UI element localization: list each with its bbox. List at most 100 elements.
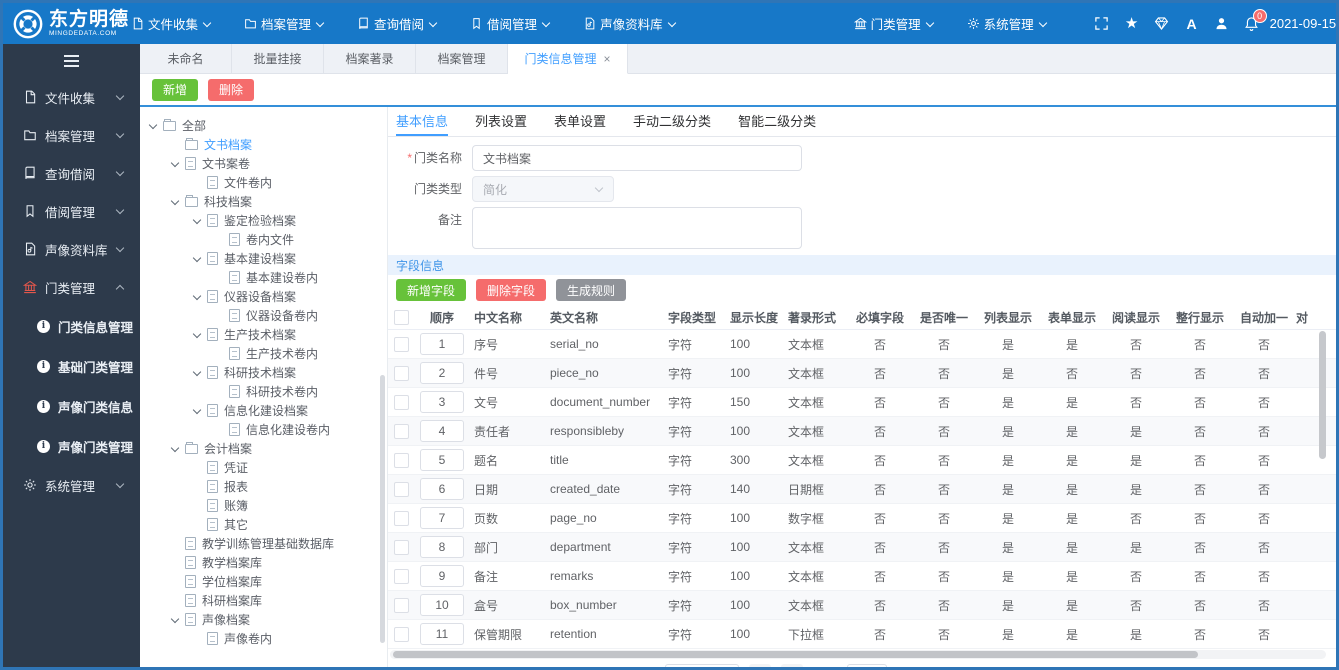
user-icon[interactable] [1214,16,1230,32]
tab-list-settings[interactable]: 列表设置 [475,107,527,136]
tree-item-selected[interactable]: 文书档案 [148,135,387,154]
last-page-link[interactable]: 尾页 [953,667,977,668]
tree-expander[interactable] [192,291,204,303]
remark-textarea[interactable] [472,207,802,249]
tree-item[interactable]: 科研技术卷内 [148,382,387,401]
tree-item[interactable]: 基本建设卷内 [148,268,387,287]
tab-category-info-manage[interactable]: 门类信息管理 × [508,44,628,74]
order-input[interactable]: 3 [420,391,464,413]
order-input[interactable]: 8 [420,536,464,558]
close-icon[interactable]: × [604,52,611,66]
order-input[interactable]: 4 [420,420,464,442]
nav-category-manage[interactable]: 门类管理 [854,14,934,33]
tree-item[interactable]: 科研技术档案 [148,363,387,382]
table-row[interactable]: 9 备注 remarks 字符 100 文本框 否 否 是 是 否 否 否 [388,562,1336,591]
table-row[interactable]: 5 题名 title 字符 300 文本框 否 否 是 是 是 否 否 [388,446,1336,475]
table-horizontal-scrollbar[interactable] [390,650,1326,659]
row-checkbox[interactable] [393,481,409,497]
row-checkbox[interactable] [393,597,409,613]
table-row[interactable]: 6 日期 created_date 字符 140 日期框 否 否 是 是 是 否 否 [388,475,1336,504]
tree-item[interactable]: 鉴定检验档案 [148,211,387,230]
row-checkbox[interactable] [393,336,409,352]
tree-item[interactable]: 生产技术档案 [148,325,387,344]
row-checkbox[interactable] [393,394,409,410]
order-input[interactable]: 10 [420,594,464,616]
table-row[interactable]: 1 序号 serial_no 字符 100 文本框 否 否 是 是 否 否 否 [388,330,1336,359]
order-input[interactable]: 11 [420,623,464,645]
tree-item[interactable]: 文件卷内 [148,173,387,192]
tree-item[interactable]: 声像档案 [148,610,387,629]
tree-item[interactable]: 信息化建设档案 [148,401,387,420]
tree-item[interactable]: 科技档案 [148,192,387,211]
tree-item[interactable]: 全部 [148,116,387,135]
tab-archive-manage[interactable]: 档案管理 [416,44,508,73]
category-name-input[interactable]: 文书档案 [472,145,802,171]
sidebar-item-basic-category-manage[interactable]: 基础门类管理 [3,346,140,386]
sidebar-item-category-manage[interactable]: 门类管理 [3,268,140,306]
tree-item[interactable]: 生产技术卷内 [148,344,387,363]
category-type-select[interactable]: 简化 [472,176,614,202]
nav-file-collect[interactable]: 文件收集 [131,14,211,33]
delete-button[interactable]: 删除 [208,78,255,101]
tree-item[interactable]: 其它 [148,515,387,534]
tree-expander[interactable] [170,443,182,455]
tree-item[interactable]: 学位档案库 [148,572,387,591]
font-size-icon[interactable]: A [1184,16,1200,32]
row-checkbox[interactable] [393,539,409,555]
tab-archive-entry[interactable]: 档案著录 [324,44,416,73]
delete-field-button[interactable]: 删除字段 [476,279,547,301]
hamburger-icon[interactable] [3,44,140,78]
table-row[interactable]: 8 部门 department 字符 100 文本框 否 否 是 是 是 否 否 [388,533,1336,562]
nav-query-borrow[interactable]: 查询借阅 [357,14,437,33]
tree-expander[interactable] [192,215,204,227]
sidebar-item-system-manage[interactable]: 系统管理 [3,466,140,504]
sidebar-item-media-category-manage[interactable]: 声像门类管理 [3,426,140,466]
nav-media-library[interactable]: 声像资料库 [583,14,676,33]
generate-rule-button[interactable]: 生成规则 [556,279,627,301]
star-icon[interactable]: ★ [1124,16,1140,32]
row-checkbox[interactable] [393,423,409,439]
sidebar-item-category-info-manage[interactable]: 门类信息管理 [3,306,140,346]
add-field-button[interactable]: 新增字段 [396,279,467,301]
prev-page-button[interactable]: ‹ [748,664,771,667]
order-input[interactable]: 7 [420,507,464,529]
next-page-button[interactable]: › [780,664,803,667]
tree-item[interactable]: 教学档案库 [148,553,387,572]
tree-expander[interactable] [170,158,182,170]
first-page-link[interactable]: 首页 [919,667,943,668]
tree-scrollbar[interactable] [380,375,385,643]
add-button[interactable]: 新增 [152,78,199,101]
order-input[interactable]: 5 [420,449,464,471]
page-size-select[interactable]: 100条/页 [664,663,739,667]
tab-basic-info[interactable]: 基本信息 [396,107,449,136]
table-row[interactable]: 4 责任者 responsibleby 字符 100 文本框 否 否 是 是 是 否 否 [388,417,1336,446]
tree-item[interactable]: 凭证 [148,458,387,477]
tree-item[interactable]: 报表 [148,477,387,496]
row-checkbox[interactable] [393,365,409,381]
tree-item[interactable]: 卷内文件 [148,230,387,249]
tree-item[interactable]: 账簿 [148,496,387,515]
tree-item[interactable]: 文书案卷 [148,154,387,173]
order-input[interactable]: 6 [420,478,464,500]
tree-expander[interactable] [192,253,204,265]
tree-expander[interactable] [148,120,160,132]
tree-item[interactable]: 信息化建设卷内 [148,420,387,439]
tree-item[interactable]: 科研档案库 [148,591,387,610]
gem-icon[interactable] [1154,16,1170,32]
table-row[interactable]: 2 件号 piece_no 字符 100 文本框 否 否 是 否 否 否 否 [388,359,1336,388]
row-checkbox[interactable] [393,626,409,642]
tab-smart-subclass[interactable]: 智能二级分类 [738,107,816,136]
row-checkbox[interactable] [393,510,409,526]
tree-item[interactable]: 声像卷内 [148,629,387,648]
tree-item[interactable]: 仪器设备卷内 [148,306,387,325]
tree-item[interactable]: 会计档案 [148,439,387,458]
nav-archive-manage[interactable]: 档案管理 [244,14,324,33]
tree-expander[interactable] [170,196,182,208]
tree-expander[interactable] [192,405,204,417]
tree-item[interactable]: 教学训练管理基础数据库 [148,534,387,553]
page-number-input[interactable]: 1 [846,663,887,667]
nav-system-manage[interactable]: 系统管理 [967,14,1047,33]
sidebar-item-archive-manage[interactable]: 档案管理 [3,116,140,154]
tab-unnamed[interactable]: 未命名 [140,44,232,73]
nav-borrow-manage[interactable]: 借阅管理 [470,14,550,33]
